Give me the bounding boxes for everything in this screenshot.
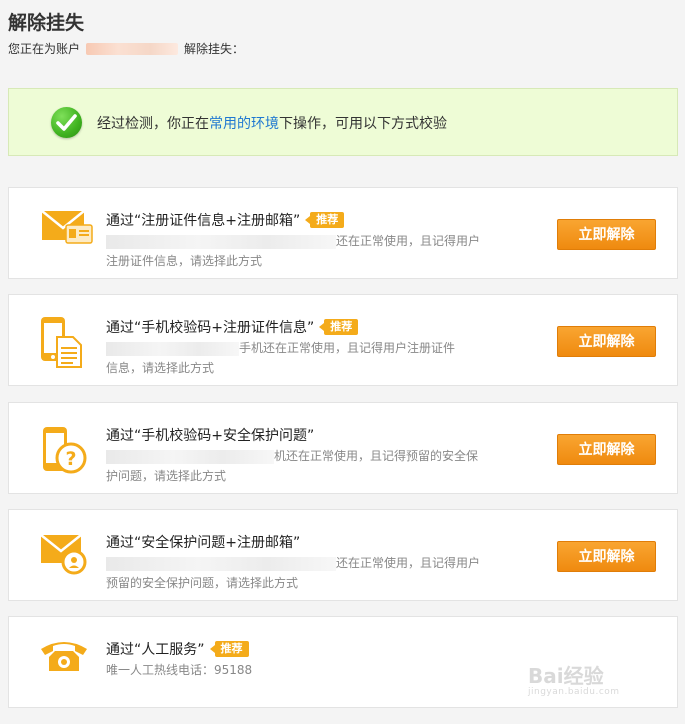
page-subtitle: 您正在为账户 解除挂失： [8,40,244,57]
phone-document-icon [39,315,89,373]
check-icon [51,107,82,138]
common-environment-link[interactable]: 常用的环境 [209,116,279,132]
option-card-question-email: 通过“安全保护问题+注册邮箱” 还在正常使用，且记得用户 预留的安全保护问题，请… [8,509,678,601]
notice-text-before: 经过检测，你正在 [97,116,209,132]
envelope-lock-icon [39,532,89,580]
option-title-text: 通过“注册证件信息+注册邮箱” [106,213,301,229]
description-line-2: 预留的安全保护问题，请选择此方式 [106,576,299,590]
option-description: 手机还在正常使用，且记得用户注册证件 信息，请选择此方式 [106,338,506,378]
option-title: 通过“手机校验码+注册证件信息” 推荐 [106,317,359,337]
unlock-button-phone-question[interactable]: 立即解除 [557,434,656,465]
phone-question-icon: ? [39,425,89,479]
option-title-text: 通过“手机校验码+注册证件信息” [106,320,315,336]
option-title: 通过“人工服务” 推荐 [106,639,249,659]
unlock-button-phone-id[interactable]: 立即解除 [557,326,656,357]
notice-text-after: 下操作，可用以下方式校验 [279,116,447,132]
option-title-text: 通过“人工服务” [106,642,205,658]
notice-text: 经过检测，你正在常用的环境下操作，可用以下方式校验 [97,113,447,133]
watermark-url: jingyan.baidu.com [528,687,620,697]
redacted-text [106,556,336,571]
description-line-1: 手机还在正常使用，且记得用户注册证件 [239,341,456,355]
unlock-button-id-email[interactable]: 立即解除 [557,219,656,250]
envelope-id-card-icon [39,208,95,250]
recommended-badge: 推荐 [209,641,249,657]
description-line-1: 机还在正常使用，且记得预留的安全保 [274,449,479,463]
redacted-text [106,234,336,249]
recommended-badge: 推荐 [305,212,345,228]
account-name-redacted [86,42,179,55]
option-title-text: 通过“安全保护问题+注册邮箱” [106,535,301,551]
environment-notice: 经过检测，你正在常用的环境下操作，可用以下方式校验 [8,88,678,156]
description-line-1: 还在正常使用，且记得用户 [336,234,481,248]
telephone-icon [39,637,89,677]
description-line-2: 信息，请选择此方式 [106,361,215,375]
svg-text:?: ? [65,448,76,470]
option-title: 通过“安全保护问题+注册邮箱” [106,532,300,552]
subtitle-suffix: 解除挂失： [184,42,245,56]
option-card-phone-question: ? 通过“手机校验码+安全保护问题” 机还在正常使用，且记得预留的安全保 护问题… [8,402,678,494]
option-description: 还在正常使用，且记得用户 注册证件信息，请选择此方式 [106,231,506,271]
page-title: 解除挂失 [8,12,85,34]
description-line-2: 注册证件信息，请选择此方式 [106,254,263,268]
option-title: 通过“手机校验码+安全保护问题” [106,425,314,445]
unlock-button-question-email[interactable]: 立即解除 [557,541,656,572]
option-card-id-email: 通过“注册证件信息+注册邮箱” 推荐 还在正常使用，且记得用户 注册证件信息，请选… [8,187,678,279]
redacted-text [106,341,239,356]
option-description: 机还在正常使用，且记得预留的安全保 护问题，请选择此方式 [106,446,506,486]
subtitle-prefix: 您正在为账户 [8,42,81,56]
redacted-text [106,449,274,464]
baidu-jingyan-watermark: Bai经验 jingyan.baidu.com [528,660,620,697]
description-line-2: 护问题，请选择此方式 [106,469,227,483]
option-card-phone-id: 通过“手机校验码+注册证件信息” 推荐 手机还在正常使用，且记得用户注册证件 信息… [8,294,678,386]
option-title-text: 通过“手机校验码+安全保护问题” [106,428,315,444]
option-description: 唯一人工热线电话：95188 [106,660,506,680]
hotline-text: 唯一人工热线电话：95188 [106,663,253,677]
option-description: 还在正常使用，且记得用户 预留的安全保护问题，请选择此方式 [106,553,506,593]
recommended-badge: 推荐 [319,319,359,335]
watermark-brand: Bai经验 [528,664,604,688]
description-line-1: 还在正常使用，且记得用户 [336,556,481,570]
option-title: 通过“注册证件信息+注册邮箱” 推荐 [106,210,345,230]
